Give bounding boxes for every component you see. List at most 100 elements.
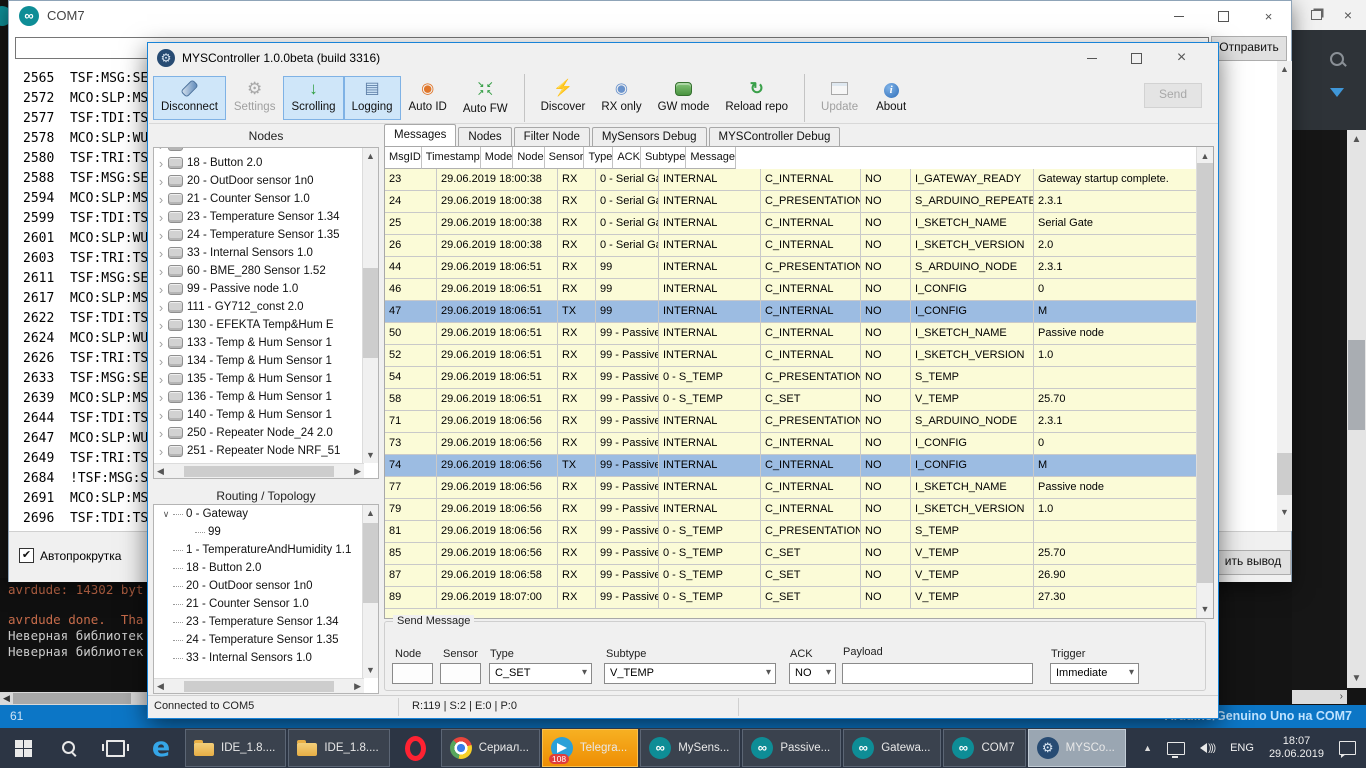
- taskbar-app-button[interactable]: Passive...: [742, 729, 841, 767]
- scroll-right-icon[interactable]: ▶: [354, 466, 361, 477]
- serial-monitor-icon[interactable]: [1330, 52, 1344, 66]
- table-row[interactable]: 44 29.06.2019 18:06:51 RX 99 INTERNAL C_…: [385, 257, 1197, 279]
- checkbox-checked-icon[interactable]: ✔: [19, 548, 34, 563]
- column-header[interactable]: MsgID: [385, 147, 422, 169]
- node-tree-item[interactable]: › 24 - Temperature Sensor 1.35: [155, 226, 363, 244]
- taskbar-app-button[interactable]: [392, 729, 439, 767]
- edge-button[interactable]: e: [138, 728, 184, 768]
- scrollbar-thumb[interactable]: [363, 268, 378, 358]
- column-header[interactable]: Type: [584, 147, 613, 169]
- routing-tree-item[interactable]: 33 - Internal Sensors 1.0: [155, 649, 363, 667]
- scroll-up-icon[interactable]: ▲: [1277, 64, 1292, 74]
- node-tree-item[interactable]: › 60 - BME_280 Sensor 1.52: [155, 262, 363, 280]
- expand-icon[interactable]: ›: [155, 156, 167, 171]
- node-tree-item[interactable]: ›: [155, 147, 363, 154]
- titlebar[interactable]: ∞ COM7 ×: [9, 1, 1291, 31]
- action-center-icon[interactable]: [1339, 741, 1356, 755]
- taskbar-app-button[interactable]: IDE_1.8....: [288, 729, 389, 767]
- scrollbar-thumb[interactable]: [184, 681, 334, 692]
- table-row[interactable]: 24 29.06.2019 18:00:38 RX 0 - Serial Gat…: [385, 191, 1197, 213]
- node-tree-item[interactable]: › 140 - Temp & Hum Sensor 1: [155, 406, 363, 424]
- ide-horizontal-scrollbar[interactable]: ›: [1292, 690, 1347, 704]
- toolbar-button[interactable]: Reload repo: [717, 76, 796, 120]
- node-tree-item[interactable]: › 134 - Temp & Hum Sensor 1: [155, 352, 363, 370]
- horizontal-scrollbar[interactable]: ◀ ▶: [154, 678, 364, 693]
- clock[interactable]: 18:07 29.06.2019: [1269, 735, 1324, 761]
- close-button[interactable]: ×: [1246, 1, 1291, 31]
- type-select[interactable]: C_SET: [489, 663, 592, 684]
- vertical-scrollbar[interactable]: ▲ ▼: [362, 505, 378, 678]
- table-row[interactable]: 46 29.06.2019 18:06:51 RX 99 INTERNAL C_…: [385, 279, 1197, 301]
- table-row[interactable]: 58 29.06.2019 18:06:51 RX 99 - Passive n…: [385, 389, 1197, 411]
- table-row[interactable]: 25 29.06.2019 18:00:38 RX 0 - Serial Gat…: [385, 213, 1197, 235]
- routing-tree-item[interactable]: 23 - Temperature Sensor 1.34: [155, 613, 363, 631]
- language-indicator[interactable]: ENG: [1230, 742, 1254, 754]
- table-vertical-scrollbar[interactable]: ▲ ▼: [1196, 147, 1213, 618]
- column-header[interactable]: Subtype: [641, 147, 686, 169]
- task-view-button[interactable]: [92, 728, 138, 768]
- volume-icon[interactable]: ))): [1200, 743, 1215, 754]
- node-tree-item[interactable]: › 130 - EFEKTA Temp&Hum E: [155, 316, 363, 334]
- scroll-up-icon[interactable]: ▲: [1347, 134, 1366, 145]
- table-row[interactable]: 23 29.06.2019 18:00:38 RX 0 - Serial Gat…: [385, 169, 1197, 191]
- table-row[interactable]: 52 29.06.2019 18:06:51 RX 99 - Passive n…: [385, 345, 1197, 367]
- node-tree-item[interactable]: › 251 - Repeater Node NRF_51: [155, 442, 363, 460]
- tab[interactable]: MYSController Debug: [709, 127, 841, 147]
- column-header[interactable]: Timestamp: [422, 147, 481, 169]
- expand-icon[interactable]: ›: [155, 246, 167, 261]
- console-horizontal-scrollbar[interactable]: ◀: [0, 692, 148, 705]
- scrollbar-thumb[interactable]: [184, 466, 334, 477]
- scroll-left-icon[interactable]: ◀: [157, 681, 164, 692]
- toolbar-button[interactable]: Auto FW: [455, 76, 516, 120]
- dropdown-triangle-icon[interactable]: [1330, 88, 1344, 97]
- toolbar-button[interactable]: Auto ID: [401, 76, 455, 120]
- table-row[interactable]: 81 29.06.2019 18:06:56 RX 99 - Passive n…: [385, 521, 1197, 543]
- column-header[interactable]: Mode: [481, 147, 514, 169]
- expand-icon[interactable]: ›: [155, 264, 167, 279]
- scroll-up-icon[interactable]: ▲: [363, 151, 378, 161]
- node-tree-item[interactable]: › 111 - GY712_const 2.0: [155, 298, 363, 316]
- expand-icon[interactable]: ›: [155, 300, 167, 315]
- scroll-right-icon[interactable]: ▶: [354, 681, 361, 692]
- expand-icon[interactable]: ›: [155, 282, 167, 297]
- node-tree-item[interactable]: › 23 - Temperature Sensor 1.34: [155, 208, 363, 226]
- tab[interactable]: Nodes: [458, 127, 511, 147]
- taskbar-app-button[interactable]: Telegra... 108: [542, 729, 638, 767]
- ack-select[interactable]: NO: [789, 663, 836, 684]
- vertical-scrollbar[interactable]: ▲ ▼: [362, 148, 378, 463]
- table-row[interactable]: 73 29.06.2019 18:06:56 RX 99 - Passive n…: [385, 433, 1197, 455]
- send-serial-button[interactable]: Отправить: [1211, 36, 1287, 61]
- taskbar-app-button[interactable]: Сериал...: [441, 729, 540, 767]
- scrollbar-thumb[interactable]: [1277, 453, 1292, 495]
- table-row[interactable]: 50 29.06.2019 18:06:51 RX 99 - Passive n…: [385, 323, 1197, 345]
- table-row[interactable]: 47 29.06.2019 18:06:51 TX 99 INTERNAL C_…: [385, 301, 1197, 323]
- tray-expand-icon[interactable]: ▲: [1143, 743, 1152, 753]
- expand-icon[interactable]: ›: [155, 174, 167, 189]
- toolbar-button[interactable]: Discover: [533, 76, 594, 120]
- table-row[interactable]: 85 29.06.2019 18:06:56 RX 99 - Passive n…: [385, 543, 1197, 565]
- routing-tree-item[interactable]: 21 - Counter Sensor 1.0: [155, 595, 363, 613]
- node-tree-item[interactable]: › 250 - Repeater Node_24 2.0: [155, 424, 363, 442]
- maximize-button[interactable]: [1114, 43, 1159, 73]
- taskbar-app-button[interactable]: MySens...: [640, 729, 740, 767]
- table-row[interactable]: 87 29.06.2019 18:06:58 RX 99 - Passive n…: [385, 565, 1197, 587]
- serial-vertical-scrollbar[interactable]: ▲ ▼: [1277, 61, 1292, 531]
- node-tree-item[interactable]: › 33 - Internal Sensors 1.0: [155, 244, 363, 262]
- expand-icon[interactable]: ›: [155, 318, 167, 333]
- maximize-button[interactable]: [1201, 1, 1246, 31]
- scroll-down-icon[interactable]: ▼: [1347, 673, 1366, 684]
- scroll-up-icon[interactable]: ▲: [1197, 151, 1213, 161]
- node-tree-item[interactable]: › 133 - Temp & Hum Sensor 1: [155, 334, 363, 352]
- column-header[interactable]: Node: [513, 147, 544, 169]
- toolbar-button[interactable]: About: [866, 76, 916, 120]
- horizontal-scrollbar[interactable]: ◀ ▶: [154, 463, 364, 478]
- routing-tree-item[interactable]: ∨ 0 - Gateway: [155, 505, 363, 523]
- node-tree-item[interactable]: › 18 - Button 2.0: [155, 154, 363, 172]
- minimize-button[interactable]: [1156, 1, 1201, 31]
- network-icon[interactable]: [1167, 742, 1185, 755]
- clear-output-button[interactable]: ить вывод: [1215, 550, 1291, 575]
- trigger-select[interactable]: Immediate: [1050, 663, 1139, 684]
- search-button[interactable]: [46, 728, 92, 768]
- table-row[interactable]: 26 29.06.2019 18:00:38 RX 0 - Serial Gat…: [385, 235, 1197, 257]
- table-row[interactable]: 71 29.06.2019 18:06:56 RX 99 - Passive n…: [385, 411, 1197, 433]
